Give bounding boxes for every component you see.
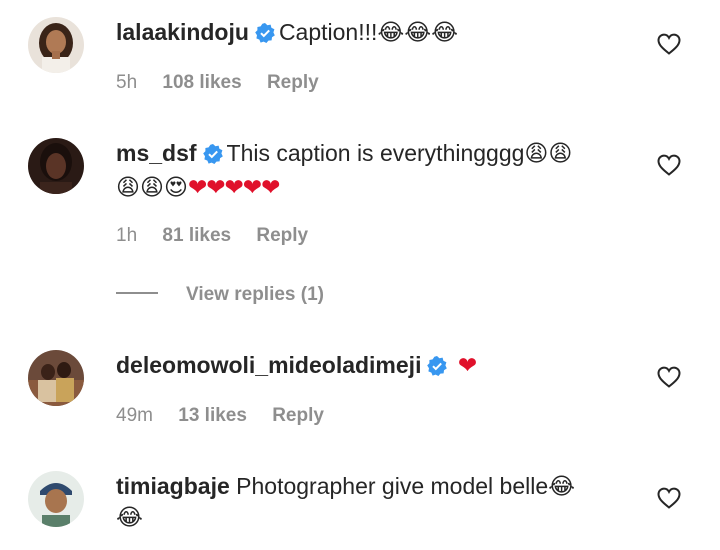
reply-button[interactable]: Reply [256, 225, 308, 246]
avatar[interactable] [28, 138, 84, 194]
username-link[interactable]: deleomowoli_mideoladimeji [116, 352, 421, 378]
avatar[interactable] [28, 17, 84, 73]
comment-text: Caption!!!😂😂😂 [278, 19, 459, 45]
username-link[interactable]: ms_dsf [116, 140, 197, 166]
heart-outline-icon[interactable] [656, 153, 682, 177]
woman-dark-portrait-avatar [28, 138, 84, 194]
reply-button[interactable]: Reply [267, 72, 319, 93]
comment-time: 1h [116, 225, 138, 246]
comment-text: This caption is everythingggg😩😩 [226, 140, 573, 166]
likes-count[interactable]: 13 likes [178, 405, 247, 426]
username-link[interactable]: lalaakindoju [116, 19, 249, 45]
comment-text-line-2: 😂 [116, 504, 143, 530]
comment-text: ❤ [457, 353, 477, 379]
view-replies-button[interactable]: View replies (1) [116, 284, 324, 306]
comment-time: 5h [116, 72, 138, 93]
reply-button[interactable]: Reply [272, 405, 324, 426]
heart-outline-icon[interactable] [656, 32, 682, 56]
view-replies-label: View replies (1) [186, 284, 324, 305]
heart-outline-icon[interactable] [656, 486, 682, 510]
likes-count[interactable]: 108 likes [162, 72, 241, 93]
verified-badge-icon [427, 353, 448, 384]
comment-text: Photographer give model belle😂 [236, 473, 576, 499]
heart-outline-icon[interactable] [656, 365, 682, 389]
likes-count[interactable]: 81 likes [162, 225, 231, 246]
woman-portrait-avatar [28, 17, 84, 73]
comment-time: 49m [116, 405, 153, 426]
couple-photo-avatar [28, 350, 84, 406]
avatar[interactable] [28, 350, 84, 406]
verified-badge-icon [202, 141, 223, 172]
avatar[interactable] [28, 471, 84, 527]
replies-divider [116, 292, 158, 294]
comment-text-line-2: 😩😩😍❤❤❤❤❤ [116, 174, 280, 201]
username-link[interactable]: timiagbaje [116, 473, 230, 499]
man-headwrap-avatar [28, 471, 84, 527]
verified-badge-icon [255, 20, 275, 51]
